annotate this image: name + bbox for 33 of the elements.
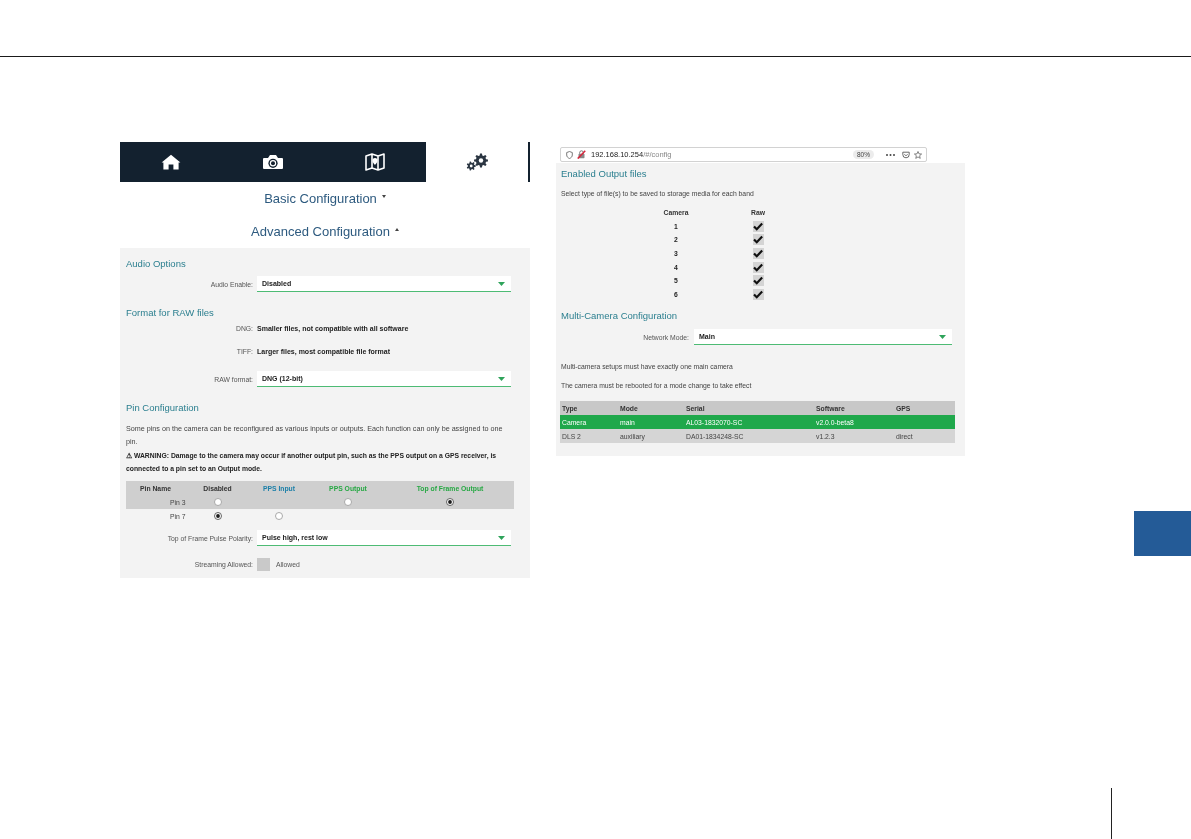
section-heading: Enabled Output files: [561, 168, 647, 180]
camera-icon: [262, 154, 284, 170]
section-heading: Pin Configuration: [126, 402, 199, 414]
more-icon[interactable]: [886, 153, 895, 156]
checkbox[interactable]: [752, 261, 764, 273]
radio-button[interactable]: [344, 498, 352, 506]
checkbox[interactable]: [752, 220, 764, 232]
caret-down-icon: [939, 334, 946, 339]
accordion-header[interactable]: Basic Configuration: [264, 191, 386, 207]
section-heading: Audio Options: [126, 258, 186, 270]
star-icon[interactable]: [914, 150, 922, 159]
radio-button[interactable]: [275, 512, 283, 520]
checkbox[interactable]: [752, 234, 764, 246]
home-icon: [161, 154, 181, 170]
checkbox[interactable]: [752, 248, 764, 260]
radio-button[interactable]: [213, 498, 222, 506]
map-icon: [365, 153, 385, 171]
shield-icon: [566, 150, 573, 159]
checkbox[interactable]: [752, 275, 764, 287]
caret-down-icon: [498, 376, 505, 381]
section-heading: Multi-Camera Configuration: [561, 310, 678, 323]
radio-button[interactable]: [213, 512, 222, 520]
pocket-icon[interactable]: [902, 150, 910, 159]
caret-down-icon: [498, 535, 505, 540]
checkbox[interactable]: [257, 557, 270, 571]
accordion-header[interactable]: Advanced Configuration: [251, 224, 399, 240]
radio-button[interactable]: [446, 498, 454, 506]
chapter-marker: [1134, 511, 1191, 556]
settings-icon: [466, 153, 488, 171]
crossed-lock-icon: [577, 150, 586, 159]
checkbox[interactable]: [752, 288, 764, 300]
section-heading: Format for RAW files: [126, 307, 214, 319]
caret-down-icon: [498, 281, 505, 286]
